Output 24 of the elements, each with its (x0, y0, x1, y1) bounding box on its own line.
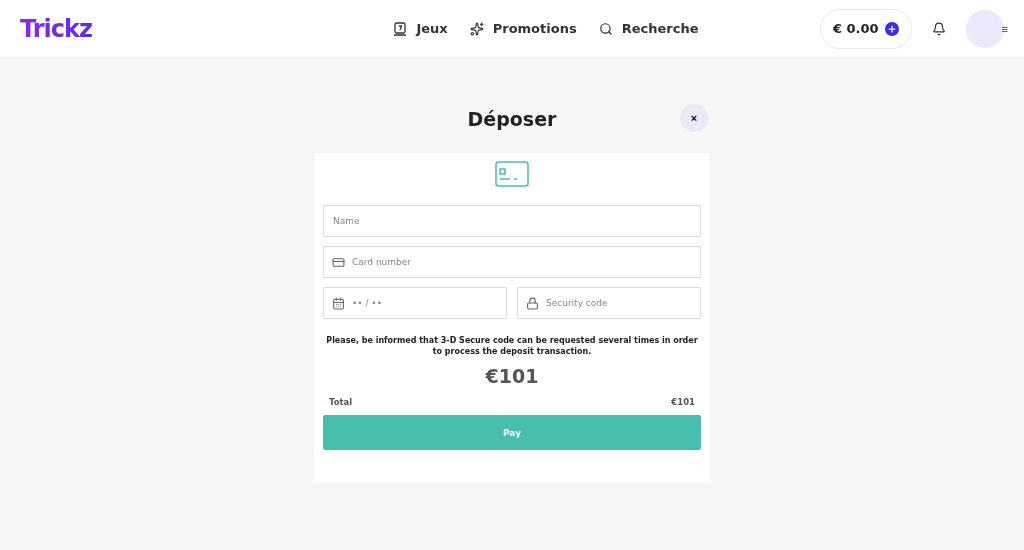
deposit-amount: €101 (484, 365, 540, 388)
nav-link[interactable]: Jeux (393, 21, 448, 36)
input-field[interactable]: •• / •• (323, 287, 507, 319)
total-value: €101 (671, 397, 695, 408)
input-field[interactable]: Security code (517, 287, 701, 319)
tablet-icon (393, 21, 408, 36)
nav-link[interactable]: Recherche (598, 21, 699, 36)
calendar-icon (332, 297, 345, 310)
menu-button[interactable]: ≡ (1001, 22, 1008, 35)
nav-link[interactable]: Promotions (469, 21, 577, 36)
search-icon (598, 21, 613, 36)
lock-icon (526, 297, 539, 310)
close-button[interactable]: × (680, 104, 708, 132)
credit-card-icon (495, 161, 529, 187)
total-label: Total (329, 397, 353, 408)
bell-icon[interactable] (931, 21, 946, 36)
input-field[interactable]: Card number (323, 246, 701, 278)
add-funds-button[interactable] (884, 21, 899, 36)
balance-amount: € 0.00 (832, 21, 879, 36)
modal-title: Déposer (467, 108, 557, 130)
secure-notice: Please, be informed that 3-D Secure code can be requested several times in order to process the deposit transaction. (325, 335, 699, 358)
input-field[interactable]: Name (323, 205, 701, 237)
card-icon (332, 256, 345, 269)
sparkles-icon (469, 21, 484, 36)
